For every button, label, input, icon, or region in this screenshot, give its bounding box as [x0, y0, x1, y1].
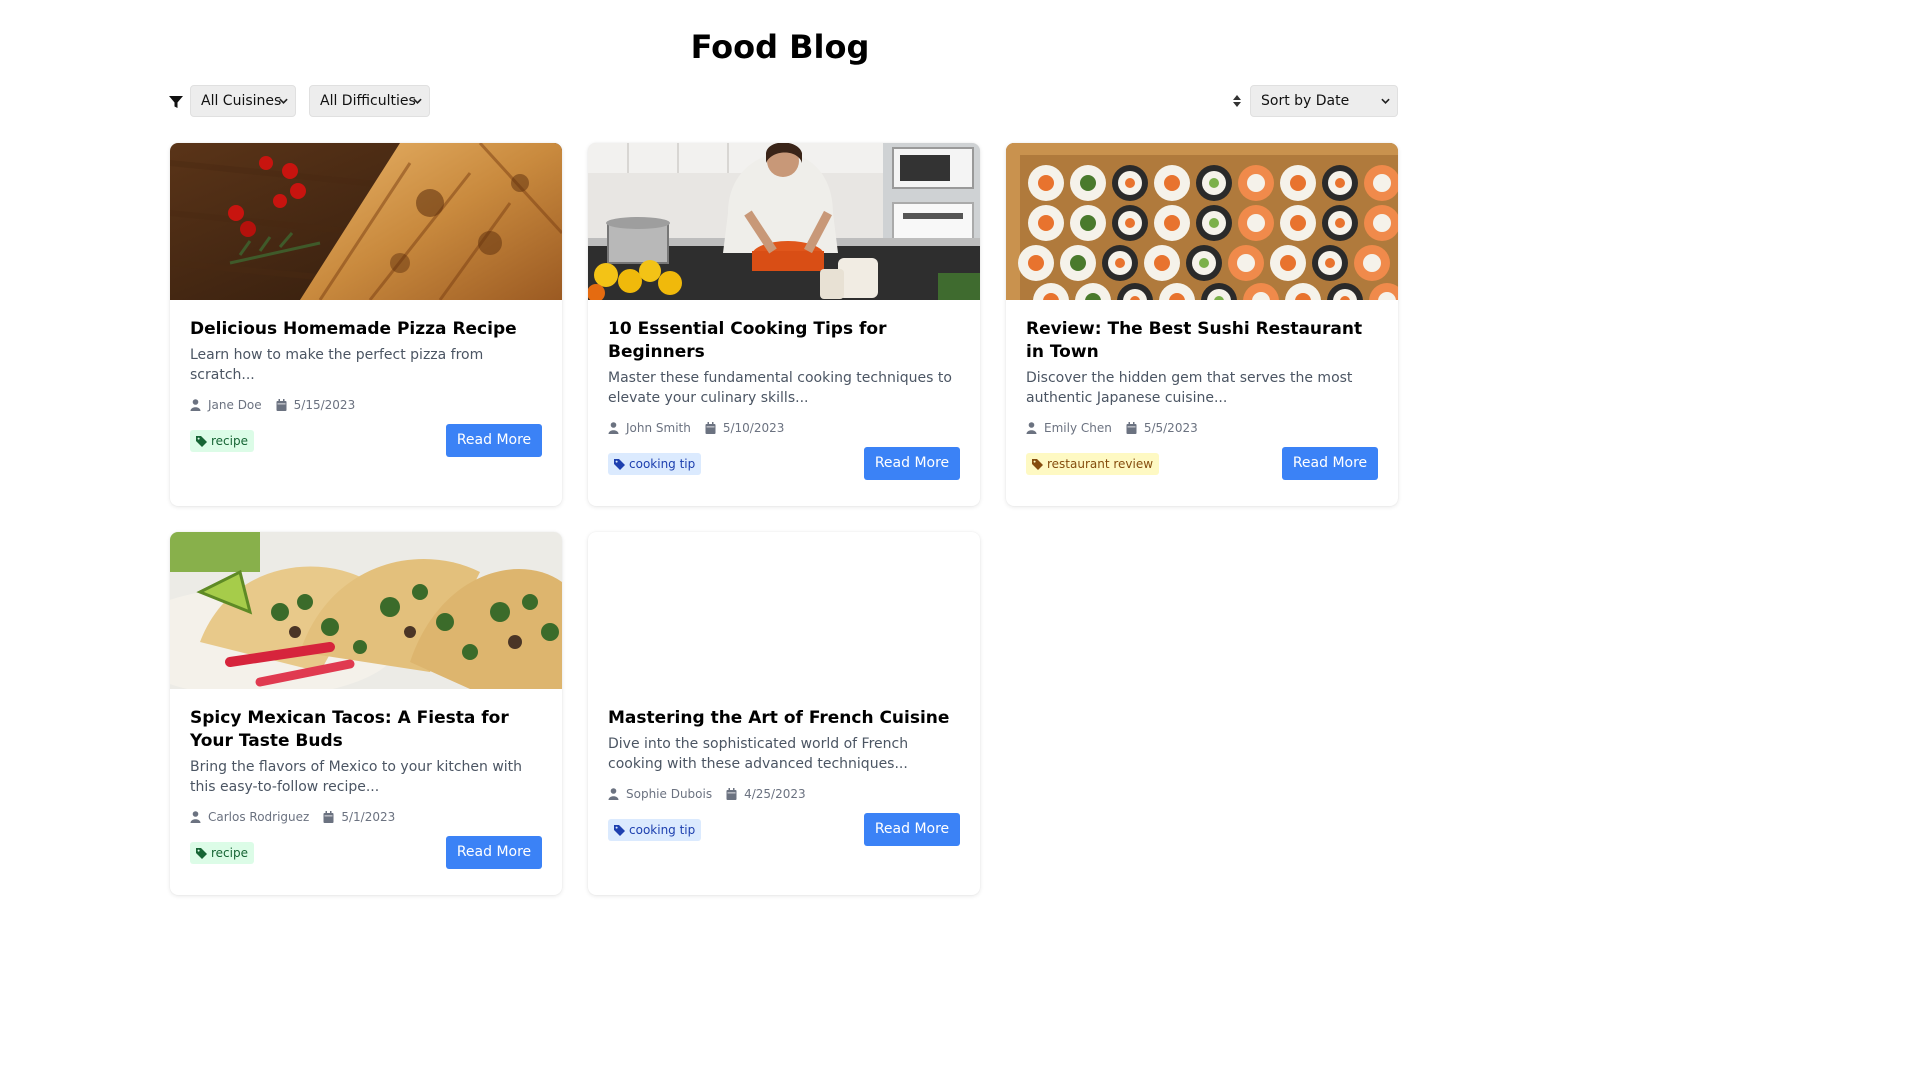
- cuisine-select-value: All Cuisines: [201, 93, 282, 109]
- post-meta: Sophie Dubois 4/25/2023: [608, 785, 960, 803]
- tag-recipe[interactable]: recipe: [190, 842, 254, 864]
- sort-select[interactable]: Sort by Date: [1250, 85, 1398, 117]
- post-date: 5/15/2023: [293, 398, 356, 412]
- cuisine-select[interactable]: All Cuisines: [190, 85, 296, 117]
- post-meta: Jane Doe 5/15/2023: [190, 396, 542, 414]
- user-icon: [190, 399, 201, 411]
- tag-restaurant-review[interactable]: restaurant review: [1026, 453, 1160, 475]
- sort-icon: [1233, 95, 1241, 107]
- chevron-down-icon: [279, 98, 288, 104]
- tag-label: cooking tip: [629, 823, 696, 837]
- tag-label: recipe: [211, 434, 248, 448]
- post-author: Sophie Dubois: [626, 787, 713, 801]
- post-date: 5/1/2023: [341, 810, 396, 824]
- post-description: Master these fundamental cooking techniq…: [608, 370, 952, 406]
- user-icon: [608, 788, 619, 800]
- tag-cooking-tip[interactable]: cooking tip: [608, 819, 702, 841]
- post-title[interactable]: Mastering the Art of French Cuisine: [608, 707, 960, 730]
- user-icon: [1026, 422, 1037, 434]
- chevron-down-icon: [413, 98, 422, 104]
- post-description: Dive into the sophisticated world of Fre…: [608, 736, 909, 772]
- post-title[interactable]: Spicy Mexican Tacos: A Fiesta for Your T…: [190, 707, 542, 753]
- post-author: Jane Doe: [208, 398, 262, 412]
- post-image-sushi: [1006, 143, 1398, 300]
- post-image-cooking-kitchen: [588, 143, 980, 300]
- tag-label: cooking tip: [629, 457, 696, 471]
- post-author: John Smith: [626, 421, 691, 435]
- tag-icon: [614, 824, 625, 836]
- post-description: Learn how to make the perfect pizza from…: [190, 347, 484, 383]
- post-card: Review: The Best Sushi Restaurant in Tow…: [1006, 143, 1398, 506]
- page-title: Food Blog: [690, 28, 870, 66]
- post-title[interactable]: Delicious Homemade Pizza Recipe: [190, 318, 542, 341]
- difficulty-select-value: All Difficulties: [320, 93, 416, 109]
- post-meta: Carlos Rodriguez 5/1/2023: [190, 808, 542, 826]
- post-card: Delicious Homemade Pizza Recipe Learn ho…: [170, 143, 562, 506]
- post-meta: Emily Chen 5/5/2023: [1026, 419, 1378, 437]
- post-card: Spicy Mexican Tacos: A Fiesta for Your T…: [170, 532, 562, 895]
- sort-select-value: Sort by Date: [1261, 93, 1350, 109]
- difficulty-select[interactable]: All Difficulties: [309, 85, 430, 117]
- read-more-button[interactable]: Read More: [1282, 447, 1378, 480]
- read-more-button[interactable]: Read More: [864, 447, 960, 480]
- chevron-down-icon: [1381, 98, 1390, 104]
- post-author: Emily Chen: [1044, 421, 1112, 435]
- post-image-tacos: [170, 532, 562, 689]
- calendar-icon: [726, 788, 737, 800]
- post-card: 10 Essential Cooking Tips for Beginners …: [588, 143, 980, 506]
- post-date: 4/25/2023: [744, 787, 806, 801]
- tag-recipe[interactable]: recipe: [190, 430, 254, 452]
- post-image-pizza: [170, 143, 562, 300]
- post-image-placeholder: [588, 532, 980, 689]
- tag-icon: [196, 847, 207, 859]
- post-date: 5/5/2023: [1143, 421, 1198, 435]
- tag-cooking-tip[interactable]: cooking tip: [608, 453, 702, 475]
- tag-icon: [196, 435, 207, 447]
- post-description: Bring the flavors of Mexico to your kitc…: [190, 759, 523, 795]
- post-date: 5/10/2023: [722, 421, 785, 435]
- tag-label: recipe: [211, 846, 248, 860]
- post-meta: John Smith 5/10/2023: [608, 419, 960, 437]
- tag-icon: [1032, 458, 1043, 470]
- user-icon: [608, 422, 619, 434]
- calendar-icon: [1126, 422, 1137, 434]
- post-title[interactable]: 10 Essential Cooking Tips for Beginners: [608, 318, 960, 364]
- post-description: Discover the hidden gem that serves the …: [1026, 370, 1353, 406]
- read-more-button[interactable]: Read More: [446, 424, 542, 457]
- filter-icon: [169, 96, 183, 108]
- calendar-icon: [705, 422, 716, 434]
- tag-icon: [614, 458, 625, 470]
- tag-label: restaurant review: [1047, 457, 1154, 471]
- read-more-button[interactable]: Read More: [446, 836, 542, 869]
- post-card: Mastering the Art of French Cuisine Dive…: [588, 532, 980, 895]
- user-icon: [190, 811, 201, 823]
- calendar-icon: [323, 811, 334, 823]
- post-title[interactable]: Review: The Best Sushi Restaurant in Tow…: [1026, 318, 1378, 364]
- calendar-icon: [276, 399, 287, 411]
- read-more-button[interactable]: Read More: [864, 813, 960, 846]
- post-author: Carlos Rodriguez: [208, 810, 310, 824]
